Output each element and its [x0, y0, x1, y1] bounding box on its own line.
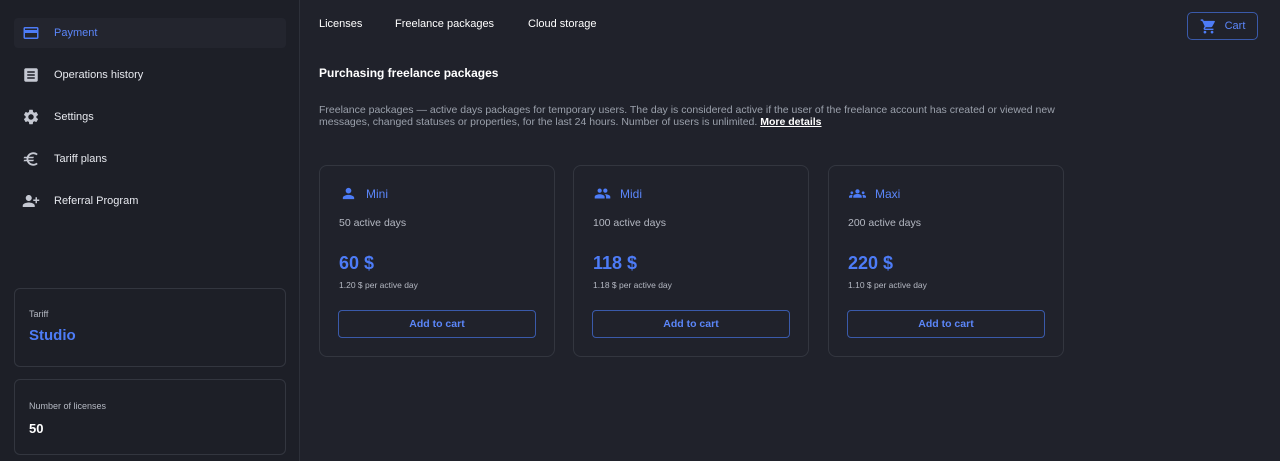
sidebar-item-label: Tariff plans — [54, 153, 107, 165]
person-icon — [342, 187, 355, 200]
licenses-value: 50 — [29, 421, 44, 436]
sidebar-item-operations-history[interactable]: Operations history — [14, 60, 286, 90]
add-to-cart-button[interactable]: Add to cart — [847, 310, 1045, 338]
tab-cloud-storage[interactable]: Cloud storage — [528, 18, 597, 30]
sidebar-item-label: Settings — [54, 111, 94, 123]
euro-icon — [22, 150, 40, 168]
tariff-value: Studio — [29, 327, 76, 344]
licenses-label: Number of licenses — [29, 401, 107, 411]
sidebar-item-payment[interactable]: Payment — [14, 18, 286, 48]
group-icon — [849, 189, 866, 198]
person-add-icon — [22, 192, 40, 210]
tab-licenses[interactable]: Licenses — [319, 18, 362, 30]
credit-card-icon — [22, 24, 40, 42]
cart-icon — [1200, 18, 1215, 34]
sidebar: Payment Operations history Settings Tari… — [0, 0, 300, 461]
add-to-cart-button[interactable]: Add to cart — [592, 310, 790, 338]
package-per-day: 1.10 $ per active day — [848, 280, 927, 290]
package-card-midi: Midi 100 active days 118 $ 1.18 $ per ac… — [573, 165, 809, 357]
package-card-maxi: Maxi 200 active days 220 $ 1.10 $ per ac… — [828, 165, 1064, 357]
package-days: 50 active days — [339, 217, 407, 229]
licenses-card: Number of licenses 50 — [14, 379, 286, 455]
page-title: Purchasing freelance packages — [319, 66, 499, 80]
more-details-link[interactable]: More details — [760, 116, 821, 128]
package-days: 200 active days — [848, 217, 921, 229]
cart-button[interactable]: Cart — [1187, 12, 1258, 40]
package-price: 60 $ — [339, 253, 375, 273]
list-document-icon — [22, 66, 40, 84]
package-name: Mini — [366, 186, 389, 201]
sidebar-item-referral-program[interactable]: Referral Program — [14, 186, 286, 216]
sidebar-item-label: Referral Program — [54, 195, 139, 207]
description-text: Freelance packages — active days package… — [319, 104, 1055, 128]
sidebar-item-label: Payment — [54, 27, 98, 39]
package-price: 220 $ — [848, 253, 894, 273]
package-per-day: 1.18 $ per active day — [593, 280, 672, 290]
add-to-cart-button[interactable]: Add to cart — [338, 310, 536, 338]
package-card-mini: Mini 50 active days 60 $ 1.20 $ per acti… — [319, 165, 555, 357]
package-name: Maxi — [875, 186, 901, 201]
tariff-card: Tariff Studio — [14, 288, 286, 367]
gear-icon — [22, 108, 40, 126]
sidebar-item-tariff-plans[interactable]: Tariff plans — [14, 144, 286, 174]
tab-freelance-packages[interactable]: Freelance packages — [395, 18, 494, 30]
tariff-label: Tariff — [29, 309, 49, 319]
people-icon — [594, 188, 611, 199]
package-price: 118 $ — [593, 253, 638, 273]
package-per-day: 1.20 $ per active day — [339, 280, 418, 290]
package-name: Midi — [620, 186, 643, 201]
cart-label: Cart — [1224, 20, 1246, 32]
sidebar-item-settings[interactable]: Settings — [14, 102, 286, 132]
package-days: 100 active days — [593, 217, 666, 229]
sidebar-item-label: Operations history — [54, 69, 144, 81]
description: Freelance packages — active days package… — [319, 104, 1059, 128]
